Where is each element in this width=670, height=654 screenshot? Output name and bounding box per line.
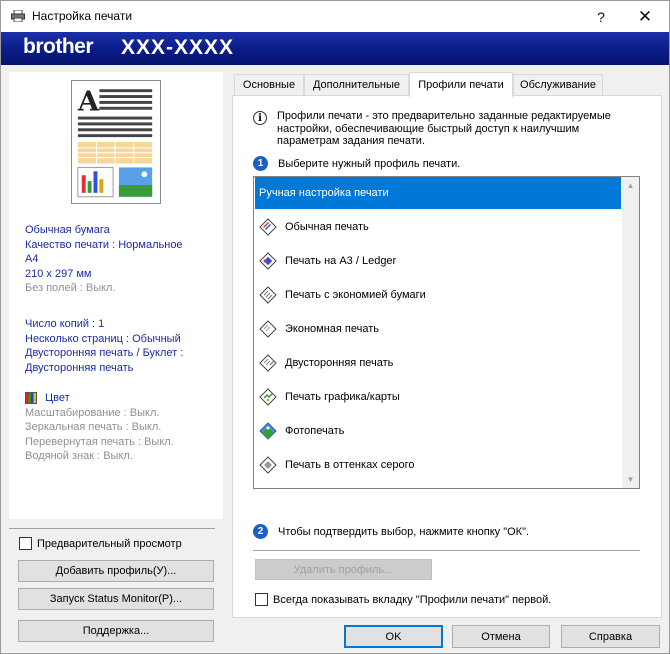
scroll-up-icon[interactable]: ▲: [622, 177, 639, 194]
reverse-print-text: Перевернутая печать : Выкл.: [25, 435, 174, 448]
tab-maintenance[interactable]: Обслуживание: [513, 74, 603, 95]
divider: [9, 528, 215, 529]
duplex-label-text: Двусторонняя печать / Буклет :: [25, 347, 184, 360]
profile-label: Обычная печать: [285, 221, 369, 233]
preview-checkbox-label: Предварительный просмотр: [37, 537, 182, 550]
step-number-icon: 2: [253, 524, 268, 539]
always-show-checkbox[interactable]: [255, 593, 268, 606]
preview-checkbox-row[interactable]: Предварительный просмотр: [19, 537, 182, 550]
profile-item-a3-ledger[interactable]: Печать на A3 / Ledger: [255, 245, 621, 277]
profile-item-duplex[interactable]: Двусторонняя печать: [255, 347, 621, 379]
tab-print-profiles[interactable]: Профили печати: [409, 72, 513, 97]
duplex-value-text: Двусторонняя печать: [25, 361, 134, 374]
cancel-button[interactable]: Отмена: [452, 625, 550, 648]
preview-checkbox[interactable]: [19, 537, 32, 550]
profile-label: Экономная печать: [285, 323, 380, 335]
info-line: настройки, обеспечивающие быстрый доступ…: [277, 122, 580, 135]
step-1: 1 Выберите нужный профиль печати.: [253, 156, 460, 171]
profile-item-paper-save[interactable]: Печать с экономией бумаги: [255, 279, 621, 311]
paper-size-text: A4: [25, 253, 39, 266]
photo-print-icon: [259, 422, 277, 440]
profile-item-photo[interactable]: Фотопечать: [255, 415, 621, 447]
mirror-print-text: Зеркальная печать : Выкл.: [25, 421, 162, 434]
watermark-text: Водяной знак : Выкл.: [25, 450, 133, 463]
title-bar: Настройка печати ? ✕: [1, 1, 669, 32]
printer-model: XXX-XXXX: [121, 36, 235, 59]
support-button[interactable]: Поддержка...: [18, 620, 214, 642]
paper-settings-summary: Обычная бумага Качество печати : Нормаль…: [25, 223, 183, 296]
profile-label: Печать в оттенках серого: [285, 459, 415, 471]
settings-preview-panel: A Обычная бумага Качество печати: Норма…: [9, 72, 223, 519]
profile-label: Двусторонняя печать: [285, 357, 394, 369]
normal-print-icon: [259, 218, 277, 236]
duplex-print-icon: [259, 354, 277, 372]
add-profile-button[interactable]: Добавить профиль(У)...: [18, 560, 214, 582]
profile-item-grayscale[interactable]: Печать в оттенках серого: [255, 449, 621, 481]
profile-item-eco[interactable]: Экономная печать: [255, 313, 621, 345]
multipage-text: Несколько страниц : Обычный: [25, 332, 181, 345]
info-line: Профили печати - это предварительно зада…: [277, 110, 611, 122]
profile-item-manual[interactable]: Ручная настройка печати: [255, 177, 621, 209]
profile-item-chart-map[interactable]: Печать графика/карты: [255, 381, 621, 413]
profile-label: Печать на A3 / Ledger: [285, 255, 397, 267]
profile-list-scrollbar[interactable]: ▲ ▼: [622, 177, 639, 488]
profile-label: Печать графика/карты: [285, 391, 400, 403]
divider: [253, 550, 640, 551]
document-preview-icon: A: [71, 80, 161, 204]
paper-type-text: Обычная бумага: [25, 224, 110, 236]
paper-dimensions-text: 210 x 297 мм: [25, 267, 92, 280]
info-line: параметрам задания печати.: [277, 135, 426, 147]
printer-icon: [11, 10, 25, 22]
copies-text: Число копий : 1: [25, 318, 105, 330]
profile-list[interactable]: Ручная настройка печати Обычная печать П…: [253, 176, 640, 489]
left-panel: A Обычная бумага Качество печати: Норма…: [9, 72, 223, 647]
step-1-text: Выберите нужный профиль печати.: [278, 157, 461, 170]
color-icon: [25, 392, 37, 405]
eco-print-icon: [259, 320, 277, 338]
profile-label: Печать с экономией бумаги: [285, 289, 426, 301]
borderless-text: Без полей : Выкл.: [25, 282, 116, 295]
status-monitor-button[interactable]: Запуск Status Monitor(P)...: [18, 588, 214, 610]
list-bottom-area: [254, 480, 622, 488]
step-number-icon: 1: [253, 156, 268, 171]
print-quality-text: Качество печати : Нормальное: [25, 238, 183, 251]
step-2: 2 Чтобы подтвердить выбор, нажмите кнопк…: [253, 524, 529, 539]
close-button[interactable]: ✕: [623, 1, 667, 32]
scroll-down-icon[interactable]: ▼: [622, 471, 639, 488]
help-dialog-button[interactable]: Справка: [561, 625, 660, 648]
always-show-label: Всегда показывать вкладку "Профили печат…: [273, 593, 552, 606]
color-mode-text: Цвет: [45, 392, 70, 404]
chart-map-icon: [259, 388, 277, 406]
always-show-checkbox-row[interactable]: Всегда показывать вкладку "Профили печат…: [255, 593, 551, 606]
paper-save-icon: [259, 286, 277, 304]
a3-ledger-icon: [259, 252, 277, 270]
brand-logo: brother: [23, 35, 94, 58]
profile-label: Фотопечать: [285, 425, 345, 437]
scaling-text: Масштабирование : Выкл.: [25, 406, 160, 419]
copies-settings-summary: Число копий : 1 Несколько страниц : Обыч…: [25, 317, 183, 375]
window-title: Настройка печати: [32, 9, 133, 23]
profile-label: Ручная настройка печати: [259, 187, 389, 199]
help-button[interactable]: ?: [579, 1, 623, 32]
ok-button[interactable]: OK: [344, 625, 443, 648]
tab-basic[interactable]: Основные: [234, 74, 304, 95]
brand-banner: brother XXX-XXXX: [1, 32, 669, 65]
color-settings-summary: Цвет Масштабирование : Выкл. Зеркальная …: [25, 391, 174, 464]
tab-advanced[interactable]: Дополнительные: [304, 74, 409, 95]
print-profiles-panel: i Профили печати - это предварительно за…: [232, 95, 662, 618]
profiles-info: i Профили печати - это предварительно за…: [253, 110, 623, 148]
info-icon: i: [253, 111, 267, 125]
print-settings-window: Настройка печати ? ✕ brother XXX-XXXX A: [0, 0, 670, 654]
delete-profile-button[interactable]: Удалить профиль...: [255, 559, 432, 580]
step-2-text: Чтобы подтвердить выбор, нажмите кнопку …: [278, 525, 530, 538]
profile-item-normal[interactable]: Обычная печать: [255, 211, 621, 243]
svg-text:A: A: [77, 86, 100, 118]
grayscale-icon: [259, 456, 277, 474]
